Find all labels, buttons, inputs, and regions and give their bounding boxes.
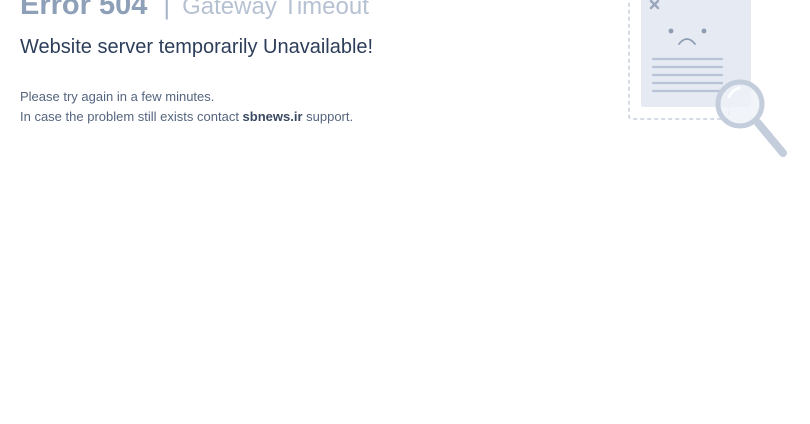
error-heading: Error 504 | Gateway Timeout bbox=[20, 0, 369, 22]
heading-separator: | bbox=[163, 0, 171, 20]
contact-message-suffix: support. bbox=[302, 109, 354, 124]
error-title: Gateway Timeout bbox=[182, 0, 369, 20]
error-page: Error 504 | Gateway Timeout Website server… bbox=[0, 0, 810, 424]
page-subtitle: Website server temporarily Unavailable! bbox=[20, 36, 374, 58]
contact-message: In case the problem still exists contact… bbox=[20, 109, 353, 124]
sad-document-magnifier-icon bbox=[620, 0, 800, 170]
retry-message: Please try again in a few minutes. bbox=[20, 89, 215, 104]
site-name: sbnews.ir bbox=[242, 109, 303, 124]
error-code: Error 504 bbox=[20, 0, 148, 21]
magnifier-icon bbox=[715, 79, 787, 157]
contact-message-prefix: In case the problem still exists contact bbox=[20, 109, 243, 124]
